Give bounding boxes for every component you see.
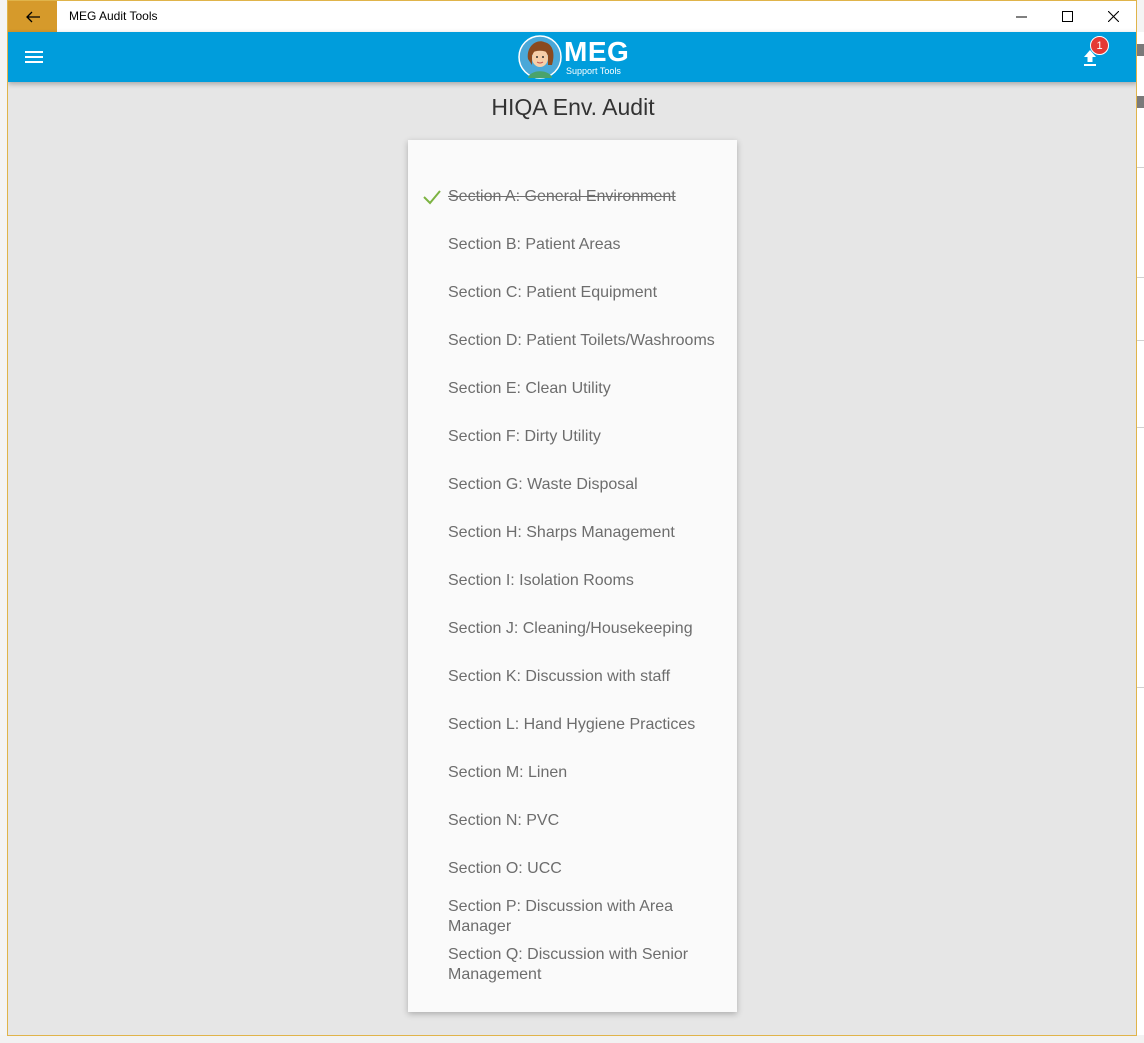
background-window-edge [1136, 32, 1144, 1043]
section-list-item[interactable]: Section C: Patient Equipment [408, 269, 737, 317]
section-label: Section L: Hand Hygiene Practices [448, 716, 696, 733]
meg-logo: MEG Support Tools [518, 35, 629, 79]
avatar-logo-icon [518, 35, 562, 79]
section-label: Section K: Discussion with staff [448, 668, 671, 685]
section-list-item[interactable]: Section H: Sharps Management [408, 509, 737, 557]
section-list-item[interactable]: Section L: Hand Hygiene Practices [408, 701, 737, 749]
minimize-button[interactable] [998, 1, 1044, 32]
logo-subtitle: Support Tools [566, 66, 621, 76]
app-window: MEG Audit Tools MEG Support Tools 1 HIQA… [7, 0, 1137, 1036]
section-label: Section Q: Discussion with Senior Manage… [448, 946, 689, 983]
maximize-button[interactable] [1044, 1, 1090, 32]
section-label: Section J: Cleaning/Housekeeping [448, 620, 693, 637]
section-label: Section F: Dirty Utility [448, 428, 601, 445]
section-label: Section P: Discussion with Area Manager [448, 898, 673, 935]
section-list-item[interactable]: Section J: Cleaning/Housekeeping [408, 605, 737, 653]
window-title: MEG Audit Tools [69, 9, 158, 23]
section-label: Section G: Waste Disposal [448, 476, 638, 493]
section-list-item[interactable]: Section P: Discussion with Area Manager [408, 893, 737, 941]
section-list-item[interactable]: Section B: Patient Areas [408, 221, 737, 269]
section-label: Section O: UCC [448, 860, 562, 877]
arrow-left-icon [25, 11, 40, 22]
maximize-icon [1061, 11, 1073, 22]
section-label: Section E: Clean Utility [448, 380, 611, 397]
section-list-item[interactable]: Section O: UCC [408, 845, 737, 893]
section-label: Section B: Patient Areas [448, 236, 621, 253]
title-bar: MEG Audit Tools [8, 0, 1136, 32]
hamburger-menu-button[interactable] [22, 45, 46, 69]
minimize-icon [1015, 16, 1027, 18]
section-label: Section A: General Environment [448, 188, 676, 205]
close-icon [1107, 11, 1119, 22]
section-label: Section C: Patient Equipment [448, 284, 658, 301]
section-label: Section N: PVC [448, 812, 560, 829]
section-list-item[interactable]: Section I: Isolation Rooms [408, 557, 737, 605]
section-list-item[interactable]: Section G: Waste Disposal [408, 461, 737, 509]
section-list-item[interactable]: Section M: Linen [408, 749, 737, 797]
section-list-item[interactable]: Section A: General Environment [408, 173, 737, 221]
close-button[interactable] [1090, 1, 1136, 32]
section-label: Section M: Linen [448, 764, 568, 781]
app-bar: MEG Support Tools 1 [8, 32, 1136, 82]
section-label: Section I: Isolation Rooms [448, 572, 634, 589]
section-list-card: Section A: General Environment Section B:… [408, 140, 737, 1012]
section-label: Section H: Sharps Management [448, 524, 675, 541]
back-button[interactable] [8, 1, 57, 32]
checkmark-icon [423, 190, 441, 205]
page-title: HIQA Env. Audit [491, 94, 655, 120]
section-list-item[interactable]: Section E: Clean Utility [408, 365, 737, 413]
logo-title: MEG [564, 36, 630, 67]
section-list-item[interactable]: Section N: PVC [408, 797, 737, 845]
section-label: Section D: Patient Toilets/Washrooms [448, 332, 715, 349]
background-bottom [0, 1035, 1144, 1043]
hamburger-icon [25, 51, 43, 63]
section-list-item[interactable]: Section F: Dirty Utility [408, 413, 737, 461]
section-list-item[interactable]: Section K: Discussion with staff [408, 653, 737, 701]
section-list-item[interactable]: Section D: Patient Toilets/Washrooms [408, 317, 737, 365]
section-list-item[interactable]: Section Q: Discussion with Senior Manage… [408, 941, 737, 989]
upload-count-badge: 1 [1090, 36, 1109, 55]
